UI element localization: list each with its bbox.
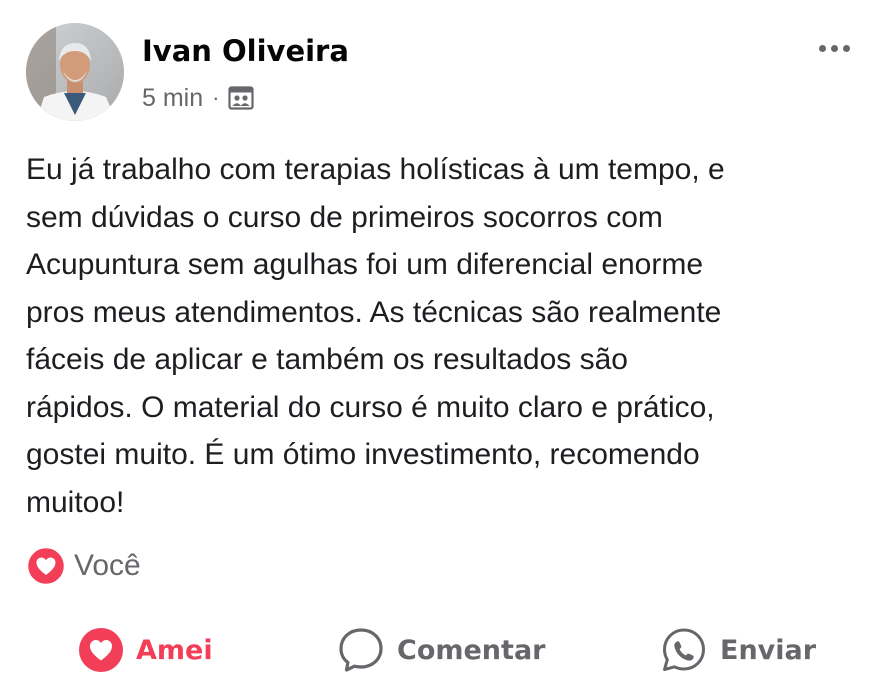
post-meta: 5 min · [142,83,255,113]
author-avatar[interactable] [26,23,124,121]
meta-separator: · [212,85,220,110]
love-label: Amei [136,634,213,666]
comment-label: Comentar [397,634,546,666]
love-button[interactable]: Amei [78,624,213,676]
post-text-line: Eu já trabalho com terapias holísticas à… [26,153,725,186]
more-dot-icon [842,44,850,52]
more-dot-icon [818,44,826,52]
send-label: Enviar [720,634,817,666]
post-card: Ivan Oliveira 5 min · Eu já trabalho com… [0,0,886,687]
whatsapp-icon [660,626,708,674]
more-options-button[interactable] [812,36,856,60]
comment-bubble-icon [337,626,385,674]
post-text-line: fáceis de aplicar e também os resultados… [26,343,628,376]
public-group-icon [228,86,255,110]
send-button[interactable]: Enviar [660,624,816,676]
post-text: Eu já trabalho com terapias holísticas à… [26,146,846,526]
comment-button[interactable]: Comentar [337,624,545,676]
post-text-line: Acupuntura sem agulhas foi um diferencia… [26,248,704,281]
reactions-label: Você [74,549,141,582]
post-text-line: rápidos. O material do curso é muito cla… [26,390,715,424]
more-dot-icon [830,44,838,52]
post-time[interactable]: 5 min [142,84,203,113]
post-text-line: sem dúvidas o curso de primeiros socorro… [26,200,663,234]
post-text-line: muitoo! [26,485,125,519]
reactions-summary[interactable]: Você [26,546,141,586]
author-name[interactable]: Ivan Oliveira [142,34,349,68]
heart-reaction-icon [26,546,66,586]
post-text-line: gostei muito. É um ótimo investimento, r… [26,438,700,471]
post-text-line: pros meus atendimentos. As técnicas são … [26,295,722,329]
heart-icon [78,627,124,673]
